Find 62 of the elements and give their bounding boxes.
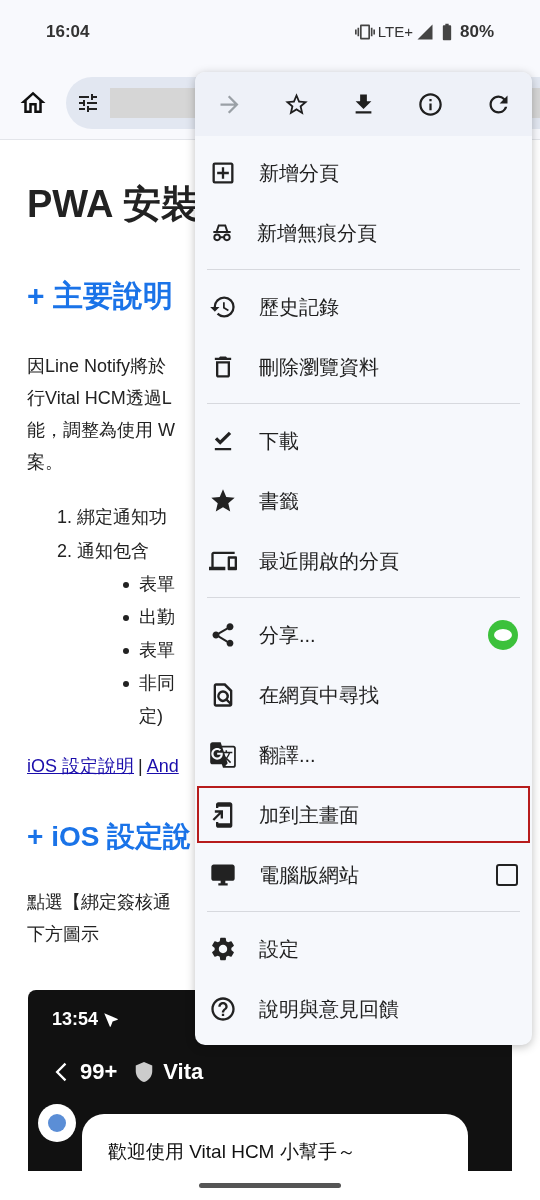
menu-item-label: 書籤	[259, 488, 300, 514]
paragraph-line: 案。	[27, 451, 64, 474]
menu-item-label: 最近開啟的分頁	[259, 548, 400, 574]
list-item: 1. 綁定通知功	[57, 506, 168, 529]
bot-avatar	[38, 1104, 76, 1142]
chat-message: 歡迎使用 Vital HCM 小幫手～	[108, 1141, 356, 1162]
menu-item[interactable]: 翻譯...	[197, 726, 530, 783]
bullet-item-continuation: 定)	[139, 705, 164, 728]
paragraph-line: 點選【綁定簽核通	[27, 891, 172, 914]
menu-item-label: 新增分頁	[259, 160, 340, 186]
paragraph-line: 因Line Notify將於	[27, 355, 168, 378]
menu-item[interactable]: 說明與意見回饋	[197, 980, 530, 1037]
link-separator: |	[138, 755, 143, 778]
chat-title: Vita	[163, 1058, 204, 1086]
menu-item[interactable]: 設定	[197, 920, 530, 977]
menu-item-label: 設定	[259, 936, 300, 962]
menu-item-label: 在網頁中尋找	[259, 682, 380, 708]
bullet-item: 非同	[139, 672, 175, 695]
bullet-item: 表單	[139, 573, 175, 596]
battery-level: 80%	[459, 21, 494, 44]
menu-item-label: 下載	[259, 428, 300, 454]
help-icon	[209, 994, 237, 1023]
menu-item[interactable]: 新增無痕分頁	[197, 204, 530, 261]
bullet-item: 出勤	[139, 606, 175, 629]
menu-item-label: 翻譯...	[259, 742, 317, 768]
menu-item-label: 新增無痕分頁	[257, 220, 378, 246]
paragraph-line: 行Vital HCM透過L	[27, 387, 173, 410]
translate-icon	[209, 740, 237, 769]
list-item: 2. 通知包含	[57, 540, 150, 563]
menu-item-label: 歷史記錄	[259, 294, 340, 320]
paragraph-line: 能，調整為使用 W	[27, 419, 176, 442]
menu-item[interactable]: 電腦版網站	[197, 846, 530, 903]
page-title: PWA 安裝	[27, 182, 195, 227]
vibrate-icon	[354, 22, 375, 42]
checkbox[interactable]	[496, 863, 518, 886]
menu-item-label: 電腦版網站	[259, 862, 360, 888]
network-type: LTE+	[377, 21, 413, 42]
menu-item[interactable]: 下載	[197, 412, 530, 469]
menu-item[interactable]: 最近開啟的分頁	[197, 532, 530, 589]
menu-item[interactable]: 刪除瀏覽資料	[197, 338, 530, 395]
menu-item[interactable]: 分享...	[197, 606, 530, 663]
android-settings-link[interactable]: And	[146, 753, 179, 780]
menu-item-label: 說明與意見回饋	[259, 996, 400, 1022]
menu-item[interactable]: 新增分頁	[197, 144, 530, 201]
menu-item[interactable]: 加到主畫面	[197, 786, 530, 843]
signal-icon	[415, 23, 434, 41]
status-time: 16:04	[46, 21, 90, 44]
menu-item-label: 分享...	[259, 622, 317, 648]
menu-item-label: 加到主畫面	[259, 802, 360, 828]
ios-settings-link[interactable]: iOS 設定說明	[27, 753, 134, 780]
info-icon	[417, 90, 445, 118]
menu-item[interactable]: 書籤	[197, 472, 530, 529]
screenshot-time: 13:54	[52, 1008, 99, 1031]
menu-item-label: 刪除瀏覽資料	[259, 354, 380, 380]
location-arrow-icon	[102, 1010, 121, 1029]
bullet-item: 表單	[139, 639, 175, 662]
section-heading: + 主要說明	[27, 278, 174, 314]
unread-count: 99+	[80, 1058, 118, 1086]
menu-item[interactable]: 歷史記錄	[197, 278, 530, 335]
section-heading: + iOS 設定說	[27, 820, 193, 854]
paragraph-line: 下方圖示	[27, 923, 100, 946]
menu-item[interactable]: 在網頁中尋找	[197, 666, 530, 723]
